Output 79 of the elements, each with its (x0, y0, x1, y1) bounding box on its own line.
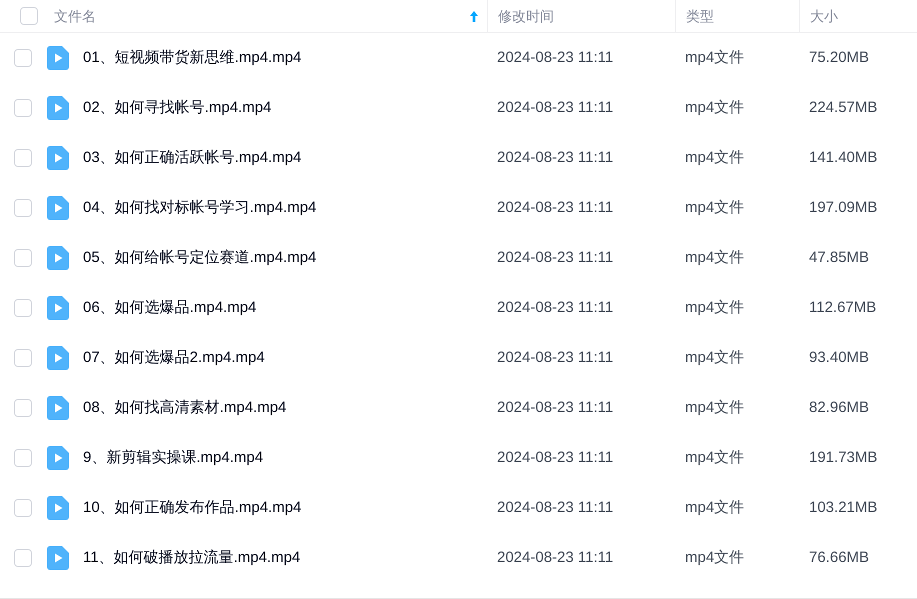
checkbox[interactable] (14, 149, 32, 167)
file-name[interactable]: 03、如何正确活跃帐号.mp4.mp4 (83, 146, 302, 170)
checkbox[interactable] (20, 7, 38, 25)
file-name[interactable]: 01、短视频带货新思维.mp4.mp4 (83, 46, 302, 70)
file-type: mp4文件 (684, 498, 746, 518)
file-type: mp4文件 (684, 198, 746, 218)
file-size: 197.09MB (808, 198, 878, 218)
file-type: mp4文件 (684, 548, 746, 568)
modified-time: 2024-08-23 11:11 (496, 398, 614, 418)
file-size: 191.73MB (808, 448, 878, 468)
video-file-icon (47, 46, 69, 70)
file-name[interactable]: 04、如何找对标帐号学习.mp4.mp4 (83, 196, 316, 220)
file-row[interactable]: 05、如何给帐号定位赛道.mp4.mp4 2024-08-23 11:11 mp4文件 47.85MB (0, 233, 917, 283)
checkbox[interactable] (14, 49, 32, 67)
file-type: mp4文件 (684, 448, 746, 468)
file-row[interactable]: 02、如何寻找帐号.mp4.mp4 2024-08-23 11:11 mp4文件 224.57MB (0, 83, 917, 133)
video-file-icon (47, 546, 69, 570)
file-size: 224.57MB (808, 98, 878, 118)
file-row[interactable]: 03、如何正确活跃帐号.mp4.mp4 2024-08-23 11:11 mp4文件 141.40MB (0, 133, 917, 183)
file-row[interactable]: 08、如何找高清素材.mp4.mp4 2024-08-23 11:11 mp4文件 82.96MB (0, 383, 917, 433)
modified-time: 2024-08-23 11:11 (496, 248, 614, 268)
checkbox[interactable] (14, 99, 32, 117)
file-type: mp4文件 (684, 48, 746, 68)
file-name[interactable]: 07、如何选爆品2.mp4.mp4 (83, 346, 265, 370)
file-row[interactable]: 9、新剪辑实操课.mp4.mp4 2024-08-23 11:11 mp4文件 191.73MB (0, 433, 917, 483)
file-name[interactable]: 10、如何正确发布作品.mp4.mp4 (83, 496, 302, 520)
file-name[interactable]: 05、如何给帐号定位赛道.mp4.mp4 (83, 246, 316, 270)
modified-time: 2024-08-23 11:11 (496, 548, 614, 568)
file-size: 141.40MB (808, 148, 878, 168)
checkbox[interactable] (14, 549, 32, 567)
file-size: 76.66MB (808, 548, 870, 568)
modified-time: 2024-08-23 11:11 (496, 48, 614, 68)
file-name[interactable]: 06、如何选爆品.mp4.mp4 (83, 296, 256, 320)
file-size: 75.20MB (808, 48, 870, 68)
video-file-icon (47, 96, 69, 120)
sort-ascending-icon[interactable] (470, 10, 478, 22)
file-row[interactable]: 07、如何选爆品2.mp4.mp4 2024-08-23 11:11 mp4文件 93.40MB (0, 333, 917, 383)
checkbox[interactable] (14, 499, 32, 517)
file-size: 47.85MB (808, 248, 870, 268)
modified-time: 2024-08-23 11:11 (496, 98, 614, 118)
file-type: mp4文件 (684, 248, 746, 268)
video-file-icon (47, 446, 69, 470)
file-row[interactable]: 11、如何破播放拉流量.mp4.mp4 2024-08-23 11:11 mp4文件 76.66MB (0, 533, 917, 583)
modified-time: 2024-08-23 11:11 (496, 148, 614, 168)
video-file-icon (47, 196, 69, 220)
checkbox[interactable] (14, 449, 32, 467)
modified-time: 2024-08-23 11:11 (496, 448, 614, 468)
checkbox[interactable] (14, 299, 32, 317)
modified-time: 2024-08-23 11:11 (496, 198, 614, 218)
file-type: mp4文件 (684, 148, 746, 168)
video-file-icon (47, 246, 69, 270)
file-type: mp4文件 (684, 298, 746, 318)
checkbox[interactable] (14, 249, 32, 267)
video-file-icon (47, 496, 69, 520)
file-type: mp4文件 (684, 98, 746, 118)
checkbox[interactable] (14, 349, 32, 367)
file-size: 103.21MB (808, 498, 878, 518)
video-file-icon (47, 146, 69, 170)
file-size: 93.40MB (808, 348, 870, 368)
file-size: 82.96MB (808, 398, 870, 418)
modified-time: 2024-08-23 11:11 (496, 498, 614, 518)
checkbox[interactable] (14, 199, 32, 217)
modified-time: 2024-08-23 11:11 (496, 348, 614, 368)
file-row[interactable]: 04、如何找对标帐号学习.mp4.mp4 2024-08-23 11:11 mp4文件 197.09MB (0, 183, 917, 233)
file-name[interactable]: 9、新剪辑实操课.mp4.mp4 (83, 446, 264, 470)
file-name[interactable]: 11、如何破播放拉流量.mp4.mp4 (83, 546, 300, 570)
video-file-icon (47, 346, 69, 370)
file-size: 112.67MB (808, 298, 878, 318)
video-file-icon (47, 396, 69, 420)
file-name[interactable]: 02、如何寻找帐号.mp4.mp4 (83, 96, 272, 120)
file-row[interactable]: 01、短视频带货新思维.mp4.mp4 2024-08-23 11:11 mp4文件 75.20MB (0, 33, 917, 83)
checkbox[interactable] (14, 399, 32, 417)
file-type: mp4文件 (684, 398, 746, 418)
file-name[interactable]: 08、如何找高清素材.mp4.mp4 (83, 396, 286, 420)
video-file-icon (47, 296, 69, 320)
file-type: mp4文件 (684, 348, 746, 368)
file-row[interactable]: 10、如何正确发布作品.mp4.mp4 2024-08-23 11:11 mp4文件 103.21MB (0, 483, 917, 533)
modified-time: 2024-08-23 11:11 (496, 298, 614, 318)
file-row[interactable]: 06、如何选爆品.mp4.mp4 2024-08-23 11:11 mp4文件 112.67MB (0, 283, 917, 333)
